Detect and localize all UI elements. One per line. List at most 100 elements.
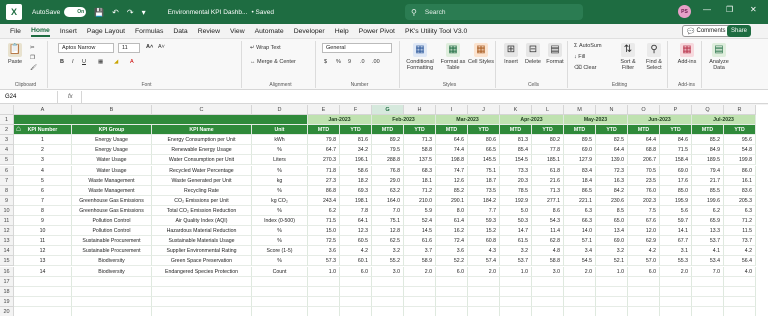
column-header-a[interactable]: A: [14, 105, 72, 115]
empty-cell[interactable]: [14, 276, 72, 287]
number-format-select[interactable]: General: [322, 43, 392, 53]
empty-cell[interactable]: [500, 286, 532, 297]
empty-cell[interactable]: [308, 306, 340, 316]
row-header[interactable]: 12: [0, 226, 14, 237]
empty-cell[interactable]: [660, 306, 692, 316]
row-header[interactable]: 15: [0, 256, 14, 267]
column-header-e[interactable]: E: [308, 105, 340, 115]
merge-center-button[interactable]: ↔ Merge & Center: [250, 59, 296, 65]
column-header-g[interactable]: G: [372, 105, 404, 115]
column-header-b[interactable]: B: [72, 105, 152, 115]
find-select-button[interactable]: ⚲ Find & Select: [642, 43, 666, 71]
clear-button[interactable]: ⌫ Clear: [574, 65, 596, 71]
row-header[interactable]: 5: [0, 155, 14, 166]
cut-icon[interactable]: ✂: [30, 45, 35, 51]
row-header[interactable]: 16: [0, 266, 14, 277]
format-button[interactable]: ▤ Format: [544, 43, 566, 65]
tab-review[interactable]: Review: [198, 27, 220, 36]
row-header[interactable]: 1: [0, 115, 14, 126]
decrease-decimal-icon[interactable]: .00: [372, 59, 380, 65]
tab-help[interactable]: Help: [335, 27, 349, 36]
minimize-icon[interactable]: —: [703, 5, 711, 14]
empty-cell[interactable]: [724, 306, 756, 316]
font-color-icon[interactable]: A: [130, 59, 134, 65]
row-header[interactable]: 9: [0, 195, 14, 206]
row-header[interactable]: 17: [0, 276, 14, 287]
empty-cell[interactable]: [532, 296, 564, 307]
undo-icon[interactable]: ↶: [112, 8, 119, 17]
bold-icon[interactable]: B: [60, 59, 64, 65]
percent-icon[interactable]: %: [336, 59, 341, 65]
close-icon[interactable]: ✕: [750, 5, 757, 14]
tab-automate[interactable]: Automate: [255, 27, 284, 36]
tab-insert[interactable]: Insert: [60, 27, 77, 36]
column-header-f[interactable]: F: [340, 105, 372, 115]
empty-cell[interactable]: [564, 276, 596, 287]
empty-cell[interactable]: [72, 306, 152, 316]
empty-cell[interactable]: [628, 306, 660, 316]
empty-cell[interactable]: [596, 276, 628, 287]
column-header-m[interactable]: M: [564, 105, 596, 115]
empty-cell[interactable]: [660, 276, 692, 287]
empty-cell[interactable]: [14, 296, 72, 307]
fill-button[interactable]: ↓ Fill: [574, 54, 585, 60]
conditional-formatting-button[interactable]: ▦ Conditional Formatting: [404, 43, 436, 71]
empty-cell[interactable]: [152, 286, 252, 297]
empty-cell[interactable]: [372, 276, 404, 287]
empty-cell[interactable]: [404, 306, 436, 316]
empty-cell[interactable]: [692, 306, 724, 316]
empty-cell[interactable]: [532, 286, 564, 297]
empty-cell[interactable]: [72, 296, 152, 307]
empty-cell[interactable]: [436, 306, 468, 316]
customize-qat-icon[interactable]: ▾: [142, 8, 146, 17]
empty-cell[interactable]: [308, 286, 340, 297]
column-header-h[interactable]: H: [404, 105, 436, 115]
copy-icon[interactable]: ❐: [30, 55, 35, 61]
empty-cell[interactable]: [252, 276, 308, 287]
font-name-select[interactable]: Aptos Narrow: [58, 43, 114, 53]
sort-filter-button[interactable]: ⇅ Sort & Filter: [616, 43, 640, 71]
tab-power-pivot[interactable]: Power Pivot: [359, 27, 395, 36]
comma-icon[interactable]: 9: [348, 59, 351, 65]
cell-styles-button[interactable]: ▦ Cell Styles: [468, 43, 494, 65]
empty-cell[interactable]: [692, 276, 724, 287]
document-title[interactable]: Environmental KPI Dashb...: [168, 9, 248, 16]
column-header-n[interactable]: N: [596, 105, 628, 115]
empty-cell[interactable]: [692, 296, 724, 307]
row-header[interactable]: 6: [0, 165, 14, 176]
empty-cell[interactable]: [340, 296, 372, 307]
column-header-c[interactable]: C: [152, 105, 252, 115]
empty-cell[interactable]: [532, 276, 564, 287]
empty-cell[interactable]: [596, 286, 628, 297]
empty-cell[interactable]: [372, 286, 404, 297]
tab-formulas[interactable]: Formulas: [135, 27, 163, 36]
home-icon[interactable]: ⌂: [16, 124, 26, 134]
tab-view[interactable]: View: [230, 27, 245, 36]
increase-font-icon[interactable]: A˄: [146, 44, 153, 50]
decrease-font-icon[interactable]: A˅: [158, 44, 165, 50]
format-as-table-button[interactable]: ▦ Format as Table: [438, 43, 468, 71]
addins-button[interactable]: ▦ Add-ins: [674, 43, 700, 65]
empty-cell[interactable]: [14, 286, 72, 297]
column-header-k[interactable]: K: [500, 105, 532, 115]
empty-cell[interactable]: [692, 286, 724, 297]
empty-cell[interactable]: [340, 286, 372, 297]
tab-utility-tool[interactable]: PK's Utility Tool V3.0: [405, 27, 467, 36]
tab-developer[interactable]: Developer: [294, 27, 325, 36]
spreadsheet-grid[interactable]: A B C D E F G H I J K L M N O P Q R 1 2 3 4 5 6 7 8 9 10 11 12 13 14 15 1…: [0, 105, 768, 316]
empty-cell[interactable]: [404, 276, 436, 287]
empty-cell[interactable]: [564, 296, 596, 307]
delete-button[interactable]: ⊟ Delete: [522, 43, 544, 65]
empty-cell[interactable]: [628, 286, 660, 297]
empty-cell[interactable]: [724, 276, 756, 287]
empty-cell[interactable]: [252, 306, 308, 316]
analyze-data-button[interactable]: ▤ Analyze Data: [706, 43, 732, 71]
empty-cell[interactable]: [564, 286, 596, 297]
tab-data[interactable]: Data: [173, 27, 187, 36]
search-box[interactable]: ⚲ Search: [405, 4, 583, 20]
empty-cell[interactable]: [372, 306, 404, 316]
empty-cell[interactable]: [724, 296, 756, 307]
empty-cell[interactable]: [660, 296, 692, 307]
italic-icon[interactable]: I: [72, 59, 74, 65]
empty-cell[interactable]: [152, 296, 252, 307]
